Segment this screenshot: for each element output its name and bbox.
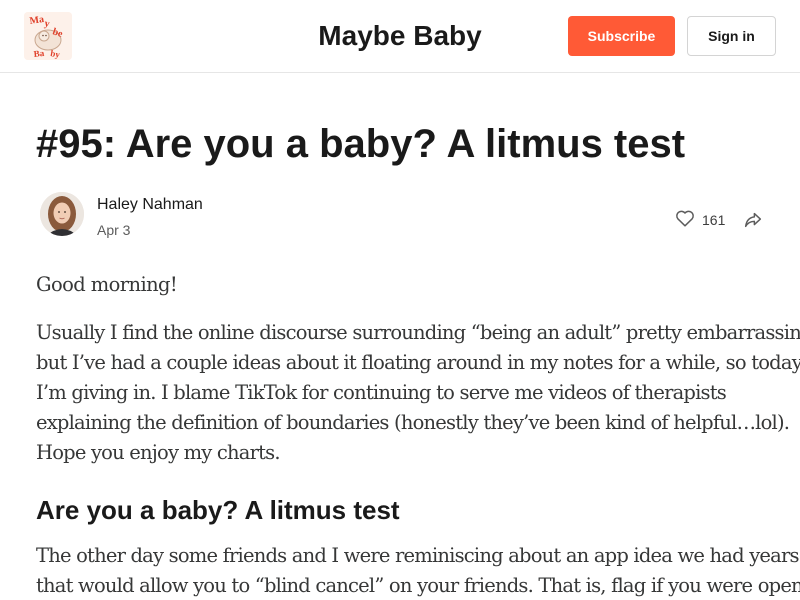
author-name[interactable]: Haley Nahman — [97, 195, 203, 215]
section-heading: Are you a baby? A litmus test — [36, 495, 400, 525]
story-line: that would allow you to “blind cancel” o… — [36, 574, 800, 597]
intro-line: Usually I find the online discourse surr… — [36, 321, 800, 344]
share-icon — [742, 212, 764, 235]
intro-line: I’m giving in. I blame TikTok for contin… — [36, 381, 727, 404]
sign-in-button[interactable]: Sign in — [687, 16, 776, 56]
intro-line: but I’ve had a couple ideas about it flo… — [36, 351, 800, 374]
like-count: 161 — [702, 212, 726, 228]
heart-icon — [674, 207, 696, 234]
story-paragraph: The other day some friends and I were re… — [36, 541, 800, 600]
publication-title[interactable]: Maybe Baby — [0, 19, 800, 53]
post-byline: Haley Nahman Apr 3 161 — [36, 190, 766, 242]
post-date: Apr 3 — [97, 222, 131, 238]
like-button[interactable]: 161 — [674, 209, 725, 231]
greeting-paragraph: Good morning! — [36, 273, 178, 296]
intro-line: explaining the definition of boundaries … — [36, 411, 790, 434]
story-line: The other day some friends and I were re… — [36, 544, 800, 567]
author-avatar-image — [40, 192, 84, 236]
intro-paragraph: Usually I find the online discourse surr… — [36, 318, 800, 468]
post-title: #95: Are you a baby? A litmus test — [36, 122, 686, 166]
subscribe-button[interactable]: Subscribe — [568, 16, 675, 56]
top-bar: Ma y be Ba by Maybe Baby Subscribe Sign … — [0, 0, 800, 73]
intro-line: Hope you enjoy my charts. — [36, 441, 281, 464]
share-button[interactable] — [742, 209, 764, 231]
author-avatar[interactable] — [40, 192, 84, 236]
